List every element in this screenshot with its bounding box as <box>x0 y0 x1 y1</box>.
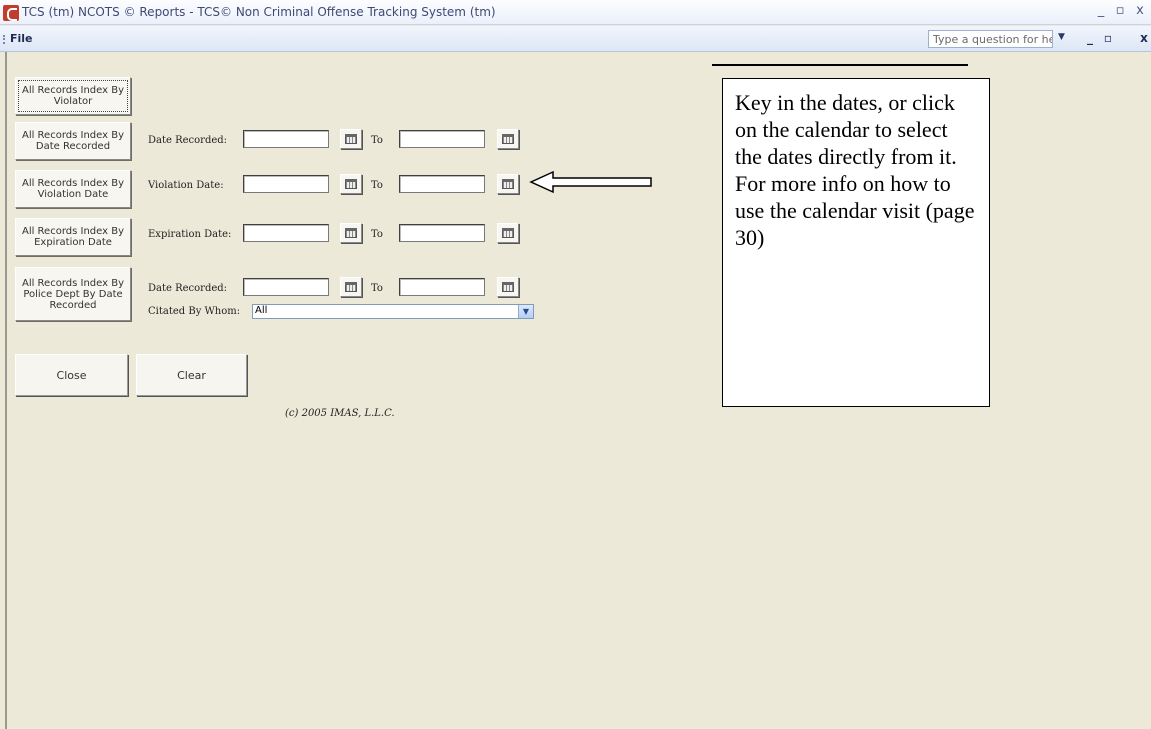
close-button[interactable]: Close <box>15 354 128 396</box>
date-recorded-to-label: To <box>371 135 383 146</box>
police-date-recorded-to-input[interactable] <box>399 278 485 296</box>
arrow-left-icon <box>529 170 652 194</box>
help-dropdown-icon[interactable]: ▼ <box>1058 32 1065 42</box>
date-recorded-label: Date Recorded: <box>148 135 228 146</box>
violation-date-from-input[interactable] <box>243 175 329 193</box>
expiration-date-from-calendar-icon[interactable] <box>340 223 362 243</box>
clear-button[interactable]: Clear <box>136 354 247 396</box>
minimize-button[interactable]: _ <box>1093 3 1109 18</box>
violation-date-label: Violation Date: <box>148 180 224 191</box>
expiration-date-to-label: To <box>371 229 383 240</box>
police-date-recorded-to-label: To <box>371 283 383 294</box>
toolbar-grip-icon[interactable] <box>3 35 5 44</box>
chevron-down-icon[interactable]: ▼ <box>518 305 533 318</box>
divider-line <box>712 64 968 66</box>
app-icon <box>3 5 19 21</box>
mdi-restore-button[interactable]: ▫ <box>1101 31 1115 45</box>
menu-bar: File Type a question for help ▼ _ ▫ x <box>0 26 1151 52</box>
by-violation-date-button[interactable]: All Records Index By Violation Date <box>15 170 131 208</box>
by-police-dept-button[interactable]: All Records Index By Police Dept By Date… <box>15 267 131 321</box>
restore-button[interactable]: ▫ <box>1112 3 1128 18</box>
police-date-recorded-label: Date Recorded: <box>148 283 228 294</box>
mdi-close-button[interactable]: x <box>1137 31 1151 45</box>
menu-file[interactable]: File <box>10 32 33 45</box>
mdi-minimize-button[interactable]: _ <box>1083 31 1097 45</box>
date-recorded-from-input[interactable] <box>243 130 329 148</box>
by-violator-button[interactable]: All Records Index By Violator <box>15 77 131 115</box>
expiration-date-from-input[interactable] <box>243 224 329 242</box>
title-bar: TCS (tm) NCOTS © Reports - TCS© Non Crim… <box>0 0 1151 25</box>
close-window-button[interactable]: x <box>1132 3 1148 18</box>
citated-by-select[interactable]: All ▼ <box>252 304 534 319</box>
window-title: TCS (tm) NCOTS © Reports - TCS© Non Crim… <box>22 5 496 19</box>
violation-date-to-input[interactable] <box>399 175 485 193</box>
expiration-date-to-input[interactable] <box>399 224 485 242</box>
callout-note: Key in the dates, or click on the calend… <box>722 78 990 407</box>
citated-by-value: All <box>255 305 268 316</box>
date-recorded-to-input[interactable] <box>399 130 485 148</box>
by-date-recorded-button[interactable]: All Records Index By Date Recorded <box>15 122 131 160</box>
date-recorded-from-calendar-icon[interactable] <box>340 129 362 149</box>
police-date-recorded-to-calendar-icon[interactable] <box>497 277 519 297</box>
violation-date-to-label: To <box>371 180 383 191</box>
police-date-recorded-from-input[interactable] <box>243 278 329 296</box>
citated-by-label: Citated By Whom: <box>148 306 241 317</box>
police-date-recorded-from-calendar-icon[interactable] <box>340 277 362 297</box>
by-expiration-date-button[interactable]: All Records Index By Expiration Date <box>15 218 131 256</box>
expiration-date-to-calendar-icon[interactable] <box>497 223 519 243</box>
copyright-text: (c) 2005 IMAS, L.L.C. <box>285 408 395 419</box>
date-recorded-to-calendar-icon[interactable] <box>497 129 519 149</box>
expiration-date-label: Expiration Date: <box>148 229 232 240</box>
help-search-input[interactable]: Type a question for help <box>928 30 1053 48</box>
violation-date-from-calendar-icon[interactable] <box>340 174 362 194</box>
violation-date-to-calendar-icon[interactable] <box>497 174 519 194</box>
